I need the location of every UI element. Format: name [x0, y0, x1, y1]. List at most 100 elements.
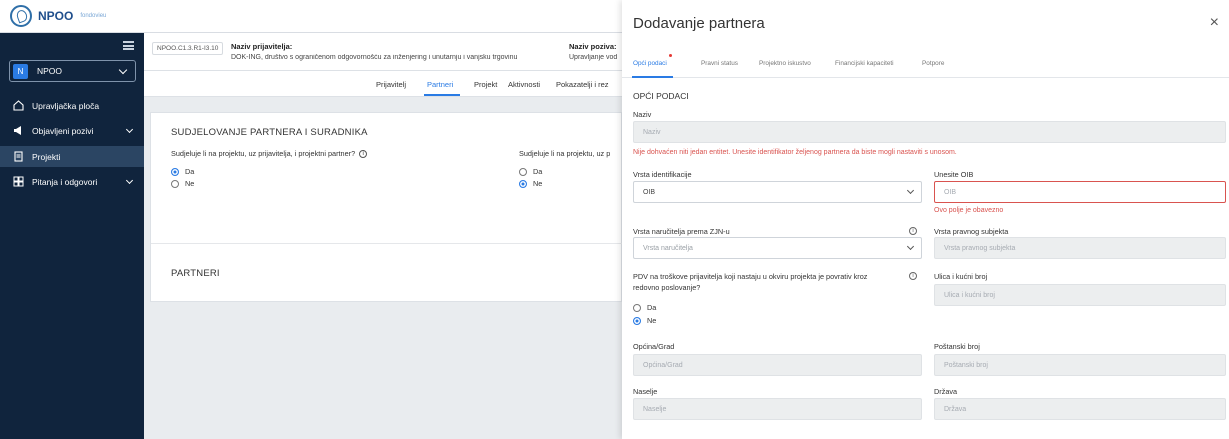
- sidebar-item-label: Projekti: [32, 151, 61, 162]
- radio-vat-no[interactable]: Ne: [633, 316, 656, 325]
- logo-subtext: fondovieu: [80, 13, 107, 19]
- add-partner-drawer: Dodavanje partnera × Opći podaci Pravni …: [622, 0, 1229, 439]
- sidebar-item-qa[interactable]: Pitanja i odgovori: [0, 171, 144, 192]
- id-type-select[interactable]: OIB: [633, 181, 922, 203]
- vat-question-line1: PDV na troškove prijavitelja koji nastaj…: [633, 272, 868, 281]
- vat-question-line2: redovno poslovanje?: [633, 283, 701, 292]
- sidebar-item-published-calls[interactable]: Objavljeni pozivi: [0, 120, 144, 141]
- drawer-title: Dodavanje partnera: [633, 15, 765, 32]
- radio-selected-icon[interactable]: [171, 167, 179, 176]
- street-input[interactable]: Ulica i kućni broj: [934, 284, 1226, 306]
- radio-label: Da: [185, 167, 195, 176]
- radio-unselected-icon[interactable]: [171, 179, 179, 188]
- info-icon[interactable]: i: [909, 272, 917, 280]
- active-tab-underline: [424, 94, 460, 96]
- home-icon: [13, 100, 24, 111]
- drawer-tabs: Opći podaci Pravni status Projektno isku…: [622, 51, 1229, 78]
- program-selector-label: NPOO: [37, 66, 63, 76]
- sidebar: N NPOO Upravljačka ploča Objavljeni pozi…: [0, 33, 144, 439]
- buyer-type-select[interactable]: Vrsta naručitelja: [633, 237, 922, 259]
- street-label: Ulica i kućni broj: [934, 272, 988, 281]
- country-label: Država: [934, 387, 958, 396]
- oib-input[interactable]: OIB: [934, 181, 1226, 203]
- radio-partner-yes[interactable]: Da: [171, 167, 194, 176]
- sidebar-item-label: Pitanja i odgovori: [32, 176, 98, 187]
- country-input[interactable]: Država: [934, 398, 1226, 420]
- call-name-label: Naziv poziva:: [569, 42, 617, 51]
- sidebar-item-projects[interactable]: Projekti: [0, 146, 144, 167]
- applicant-label: Naziv prijavitelja:: [231, 42, 293, 51]
- project-info-bar: NPOO.C1.3.R1-I3.10 Naziv prijavitelja: D…: [144, 33, 622, 71]
- tab-partners[interactable]: Partneri: [427, 80, 453, 89]
- hamburger-menu-icon[interactable]: [123, 41, 134, 50]
- logo-text: NPOO: [38, 9, 74, 23]
- project-tabs: Prijavitelj Partneri Projekt Aktivnosti …: [144, 71, 622, 97]
- associate-question: Sudjeluje li na projektu, uz p: [519, 149, 611, 158]
- radio-label: Ne: [185, 179, 195, 188]
- document-icon: [13, 151, 24, 162]
- settlement-label: Naselje: [633, 387, 658, 396]
- chevron-down-icon: [906, 186, 915, 195]
- close-icon[interactable]: ×: [1210, 15, 1219, 31]
- partners-title: PARTNERI: [171, 268, 220, 279]
- program-badge: N: [13, 63, 28, 79]
- megaphone-icon: [13, 125, 24, 136]
- chevron-down-icon: [125, 176, 134, 184]
- settlement-input[interactable]: Naselje: [633, 398, 922, 420]
- radio-unselected-icon[interactable]: [519, 167, 527, 176]
- tab-financial-capacity[interactable]: Financijski kapaciteti: [835, 60, 894, 67]
- sidebar-item-dashboard[interactable]: Upravljačka ploča: [0, 95, 144, 116]
- id-type-value: OIB: [643, 188, 656, 196]
- sidebar-item-label: Upravljačka ploča: [32, 100, 100, 111]
- required-dot: [669, 54, 672, 57]
- radio-label: Ne: [533, 179, 543, 188]
- tab-indicators[interactable]: Pokazatelji i rez: [556, 80, 622, 89]
- radio-label: Ne: [647, 316, 657, 325]
- tab-support[interactable]: Potpore: [922, 60, 944, 67]
- chevron-down-icon: [125, 125, 134, 133]
- city-input[interactable]: Općina/Grad: [633, 354, 922, 376]
- radio-label: Da: [533, 167, 543, 176]
- divider: [151, 243, 623, 244]
- radio-associate-no[interactable]: Ne: [519, 179, 542, 188]
- buyer-type-label: Vrsta naručitelja prema ZJN-u: [633, 227, 730, 236]
- name-input[interactable]: Naziv: [633, 121, 1226, 143]
- entity-error-message: Nije dohvaćen niti jedan entitet. Unesit…: [633, 149, 957, 156]
- radio-partner-no[interactable]: Ne: [171, 179, 194, 188]
- oib-label: Unesite OIB: [934, 170, 974, 179]
- call-code-chip: NPOO.C1.3.R1-I3.10: [152, 42, 224, 55]
- radio-selected-icon[interactable]: [633, 316, 641, 325]
- chevron-down-icon: [906, 242, 915, 251]
- city-label: Općina/Grad: [633, 342, 675, 351]
- tab-applicant[interactable]: Prijavitelj: [376, 80, 406, 89]
- info-icon[interactable]: i: [909, 227, 917, 235]
- legal-type-label: Vrsta pravnog subjekta: [934, 227, 1009, 236]
- radio-unselected-icon[interactable]: [633, 303, 641, 312]
- info-icon[interactable]: i: [359, 150, 368, 159]
- tab-project[interactable]: Projekt: [474, 80, 497, 89]
- chevron-down-icon: [118, 65, 128, 74]
- program-selector[interactable]: N NPOO: [9, 60, 136, 82]
- section-title: SUDJELOVANJE PARTNERA I SURADNIKA: [171, 127, 368, 138]
- id-type-label: Vrsta identifikacije: [633, 170, 692, 179]
- sidebar-item-label: Objavljeni pozivi: [32, 125, 94, 136]
- main-content: NPOO.C1.3.R1-I3.10 Naziv prijavitelja: D…: [144, 33, 623, 439]
- radio-vat-yes[interactable]: Da: [633, 303, 656, 312]
- legal-type-input[interactable]: Vrsta pravnog subjekta: [934, 237, 1226, 259]
- partner-question-text: Sudjeluje li na projektu, uz prijavitelj…: [171, 149, 356, 158]
- tab-legal-status[interactable]: Pravni status: [701, 60, 738, 67]
- radio-selected-icon[interactable]: [519, 179, 527, 188]
- app-logo[interactable]: NPOO fondovieu: [10, 5, 106, 27]
- radio-associate-yes[interactable]: Da: [519, 167, 542, 176]
- radio-label: Da: [647, 303, 657, 312]
- qa-icon: [13, 176, 24, 187]
- partners-card: SUDJELOVANJE PARTNERA I SURADNIKA Sudjel…: [150, 112, 623, 302]
- tab-project-experience[interactable]: Projektno iskustvo: [759, 60, 811, 67]
- partner-question: Sudjeluje li na projektu, uz prijavitelj…: [171, 149, 368, 159]
- tab-general-data[interactable]: Opći podaci: [633, 60, 667, 67]
- tab-activities[interactable]: Aktivnosti: [508, 80, 540, 89]
- postal-label: Poštanski broj: [934, 342, 980, 351]
- general-data-heading: OPĆI PODACI: [633, 91, 689, 101]
- postal-input[interactable]: Poštanski broj: [934, 354, 1226, 376]
- name-label: Naziv: [633, 110, 652, 119]
